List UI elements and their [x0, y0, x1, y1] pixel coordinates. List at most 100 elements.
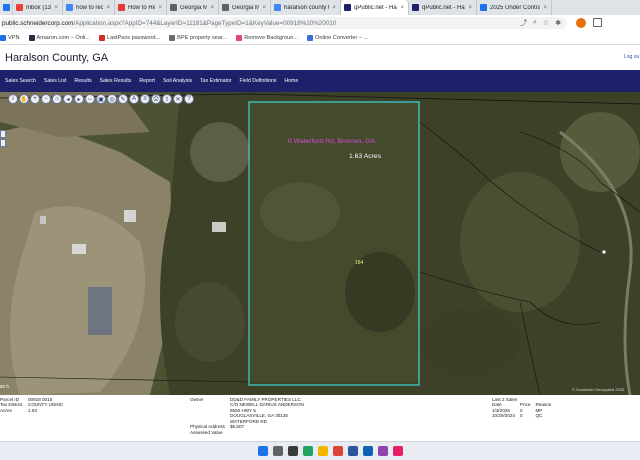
bookmarks-bar: VPN Amazon.com – Onli... LastPass password… [0, 31, 640, 45]
nav-item[interactable]: Tax Estimator [200, 78, 231, 84]
zoom-slider-up-icon[interactable] [0, 130, 6, 138]
nav-item[interactable]: Results [74, 78, 91, 84]
pan-tool-icon[interactable]: ✋ [19, 94, 29, 104]
store-icon[interactable] [348, 446, 358, 456]
bookmark-item[interactable]: Remove Backgroun... [236, 34, 298, 41]
qpublic-icon [412, 4, 419, 11]
browser-tab[interactable]: Georgia MLS× [167, 0, 219, 15]
tab-close-icon[interactable]: × [543, 5, 547, 11]
chrome-icon[interactable] [333, 446, 343, 456]
sales-block: Last 2 Sales Date Price Reason 1/3/2025 … [492, 397, 556, 419]
bookmark-icon [0, 34, 6, 41]
browser-tab[interactable]: qPublic.net - Hara × [341, 0, 409, 15]
profile-avatar[interactable] [576, 18, 586, 28]
bookmark-item[interactable]: Online Converter – ... [307, 34, 368, 41]
tab-label: Georgia MLS [180, 4, 207, 11]
value-acres: 1.63 [28, 407, 37, 413]
zoom-icon[interactable]: ⌕ [533, 19, 537, 27]
tab-close-icon[interactable]: × [54, 5, 58, 11]
photos-icon[interactable] [378, 446, 388, 456]
nav-item[interactable]: Home [284, 78, 298, 84]
info-tool-icon[interactable]: i [8, 94, 18, 104]
buffer-tool-icon[interactable]: ◎ [107, 94, 117, 104]
main-nav: Sales Search Sales List Results Sales Resul… [0, 70, 640, 92]
draw-tool-icon[interactable]: ✎ [118, 94, 128, 104]
print-tool-icon[interactable]: ⎙ [151, 94, 161, 104]
map-side-tools [0, 130, 6, 147]
nav-item[interactable]: Sales Search [5, 78, 36, 84]
bookmark-label: Amazon.com – Onli... [36, 34, 90, 41]
nav-item[interactable]: Sales Results [100, 78, 132, 84]
mail-icon [16, 4, 23, 11]
qpublic-icon [344, 4, 351, 11]
bookmark-item[interactable]: BPE property sear... [169, 34, 227, 41]
bookmark-item[interactable]: VPN [0, 34, 20, 41]
bookmark-icon [28, 34, 35, 41]
browser-tab[interactable]: Georgia MLS× [219, 0, 271, 15]
tab-close-icon[interactable]: × [106, 5, 110, 11]
video-icon [118, 4, 125, 11]
text-tool-icon[interactable]: A [129, 94, 139, 104]
nav-item[interactable]: Field Definitions [240, 78, 277, 84]
logout-link[interactable]: Log ou [624, 54, 639, 60]
bookmark-item[interactable]: Amazon.com – Onli... [28, 34, 90, 41]
side-panel-icon[interactable] [593, 18, 602, 27]
document-icon [3, 4, 10, 11]
zoom-slider-down-icon[interactable] [0, 139, 6, 147]
full-extent-icon[interactable]: ⌂ [52, 94, 62, 104]
map-toolbar: i ✋ + − ⌂ ◂ ▸ ↔ ▣ ◎ ✎ A ≡ ⎙ ⇪ ✕ ? [8, 94, 194, 104]
browser-tab[interactable]: How to Record You× [115, 0, 167, 15]
zoom-in-tool-icon[interactable]: + [30, 94, 40, 104]
next-extent-icon[interactable]: ▸ [74, 94, 84, 104]
tab-label: Georgia MLS [232, 4, 259, 11]
measure-tool-icon[interactable]: ↔ [85, 94, 95, 104]
browser-tab[interactable]: 2025 Under Contra × [477, 0, 552, 15]
share-icon[interactable]: ⤴ [520, 18, 527, 28]
snip-icon[interactable] [393, 446, 403, 456]
aerial-map[interactable]: i ✋ + − ⌂ ◂ ▸ ↔ ▣ ◎ ✎ A ≡ ⎙ ⇪ ✕ ? 0 Wate… [0, 92, 640, 395]
owner-label: Owner [190, 397, 204, 402]
search-icon[interactable] [273, 446, 283, 456]
bookmark-label: VPN [8, 34, 20, 41]
tab-close-icon[interactable]: × [262, 5, 266, 11]
sale-reason: QC [535, 413, 543, 419]
outlook-icon[interactable] [363, 446, 373, 456]
physical-address-label: Physical Address [190, 424, 225, 429]
nav-item[interactable]: Soil Analysis [163, 78, 192, 84]
select-tool-icon[interactable]: ▣ [96, 94, 106, 104]
nav-item[interactable]: Report [139, 78, 155, 84]
bookmark-icon [236, 34, 243, 41]
browser-tab[interactable]: haralson county ta × [271, 0, 341, 15]
start-icon[interactable] [258, 446, 268, 456]
clear-tool-icon[interactable]: ✕ [173, 94, 183, 104]
extensions-icon[interactable]: ✱ [555, 19, 561, 27]
tab-close-icon[interactable]: × [400, 5, 404, 11]
nav-item[interactable]: Sales List [44, 78, 67, 84]
tab-close-icon[interactable]: × [332, 5, 336, 11]
bookmark-item[interactable]: LastPass password... [99, 34, 161, 41]
edge-icon[interactable] [303, 446, 313, 456]
google-icon [66, 4, 73, 11]
browser-tab[interactable]: how to record your× [63, 0, 115, 15]
browser-tab[interactable]: qPublic.net - Hara × [409, 0, 477, 15]
tab-close-icon[interactable]: × [158, 5, 162, 11]
bookmark-label: LastPass password... [107, 34, 161, 41]
file-explorer-icon[interactable] [318, 446, 328, 456]
bookmark-star-icon[interactable]: ☆ [543, 19, 549, 27]
browser-tab[interactable]: Inbox (13) - tripleo× [13, 0, 63, 15]
url-path: /Application.aspx?AppID=744&LayerID=1118… [73, 19, 337, 27]
tab-close-icon[interactable]: × [468, 5, 472, 11]
previous-extent-icon[interactable]: ◂ [63, 94, 73, 104]
help-tool-icon[interactable]: ? [184, 94, 194, 104]
browser-tab[interactable]: pt× [0, 0, 13, 15]
layers-tool-icon[interactable]: ≡ [140, 94, 150, 104]
label-acres: Acres [0, 407, 12, 413]
task-view-icon[interactable] [288, 446, 298, 456]
zoom-out-tool-icon[interactable]: − [41, 94, 51, 104]
search-icon [274, 4, 281, 11]
scale-bar: 80 ft [0, 384, 9, 389]
export-tool-icon[interactable]: ⇪ [162, 94, 172, 104]
url-input[interactable]: public.schneidercorp.com /Application.as… [0, 17, 567, 29]
tab-close-icon[interactable]: × [210, 5, 214, 11]
taskbar-icons [258, 446, 403, 456]
